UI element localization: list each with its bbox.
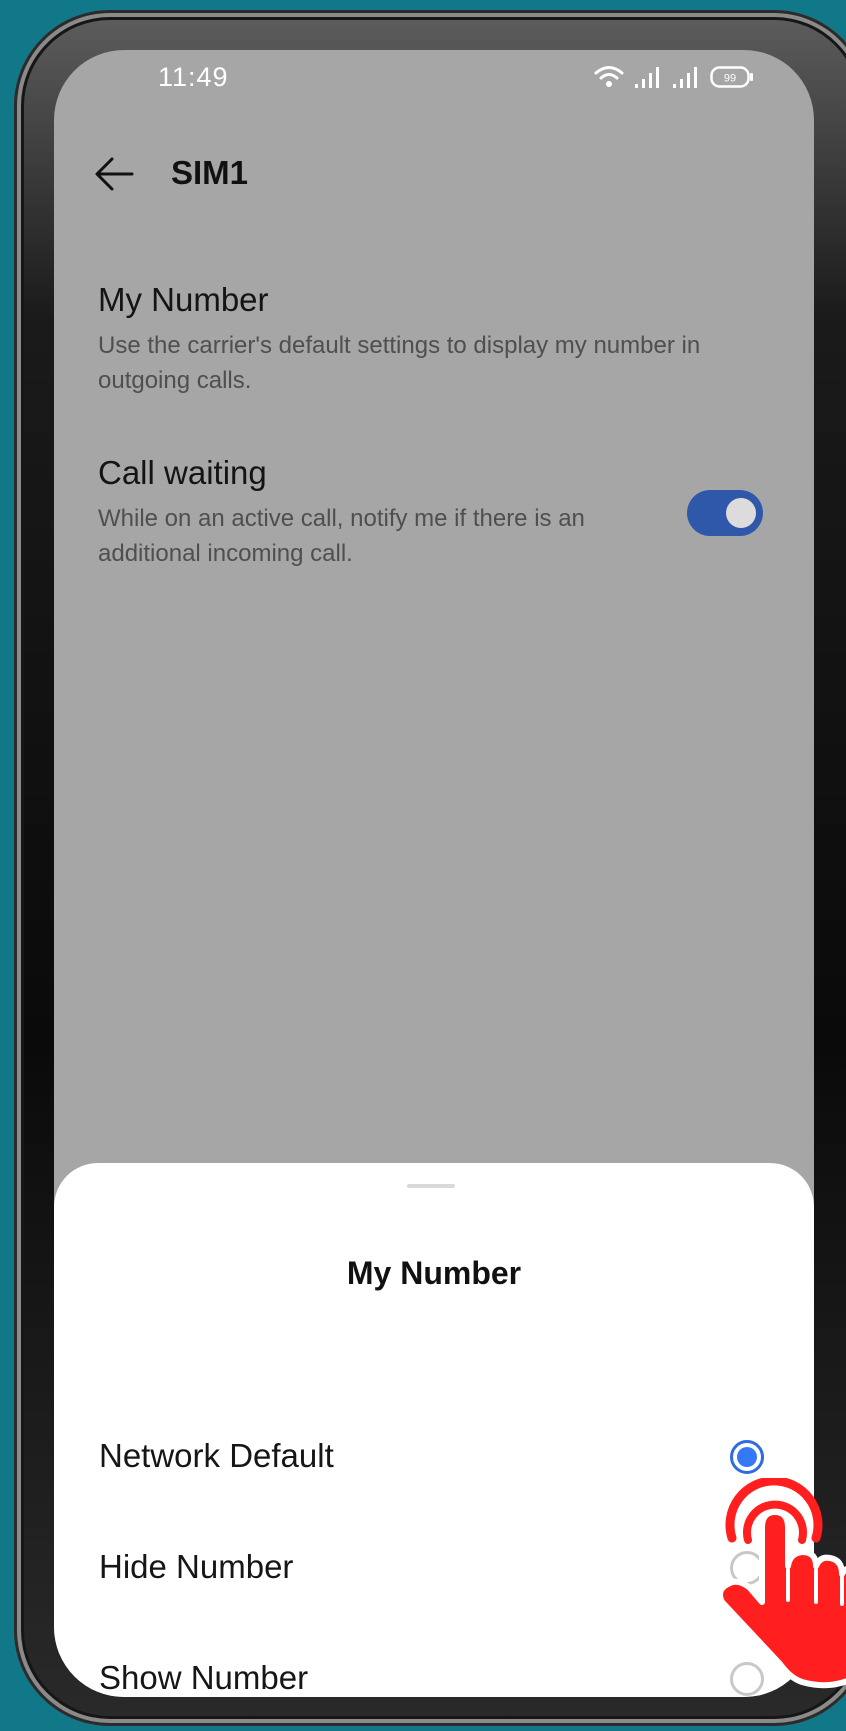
setting-title: My Number (98, 281, 269, 318)
toggle-knob (726, 498, 756, 528)
setting-my-number[interactable]: My Number Use the carrier's default sett… (98, 280, 738, 398)
signal-icon (635, 67, 659, 88)
sheet-title: My Number (346, 1255, 522, 1291)
option-label: Hide Number (99, 1548, 294, 1585)
status-bar: 11:49 99 (54, 50, 814, 130)
radio-button[interactable] (730, 1440, 764, 1474)
battery-icon: 99 (710, 66, 753, 88)
status-icons: 99 (594, 64, 754, 90)
radio-button[interactable] (730, 1662, 764, 1696)
signal-icon (673, 67, 697, 88)
option-hide-number[interactable]: Hide Number (54, 1518, 814, 1618)
option-label: Show Number (99, 1659, 309, 1696)
option-network-default[interactable]: Network Default (54, 1407, 814, 1507)
setting-description: While on an active call, notify me if th… (98, 505, 585, 567)
bottom-sheet: My Number Network Default Hide Number Sh… (54, 1163, 814, 1697)
setting-description: Use the carrier's default settings to di… (98, 332, 701, 394)
stage: 11:49 99 SIM1 My Number Use the carrier'… (0, 0, 846, 1731)
sheet-drag-handle[interactable] (407, 1184, 455, 1188)
battery-level: 99 (724, 73, 736, 85)
wifi-icon (594, 66, 624, 87)
setting-title: Call waiting (98, 454, 267, 491)
status-time: 11:49 (158, 62, 229, 92)
call-waiting-toggle[interactable] (687, 490, 763, 536)
radio-button[interactable] (730, 1551, 764, 1585)
option-show-number[interactable]: Show Number (54, 1629, 814, 1697)
option-label: Network Default (99, 1437, 334, 1474)
setting-call-waiting[interactable]: Call waiting While on an active call, no… (98, 453, 638, 571)
phone-screen: 11:49 99 SIM1 My Number Use the carrier'… (54, 50, 814, 1697)
back-arrow-icon[interactable] (94, 156, 134, 192)
page-title: SIM1 (171, 154, 249, 191)
